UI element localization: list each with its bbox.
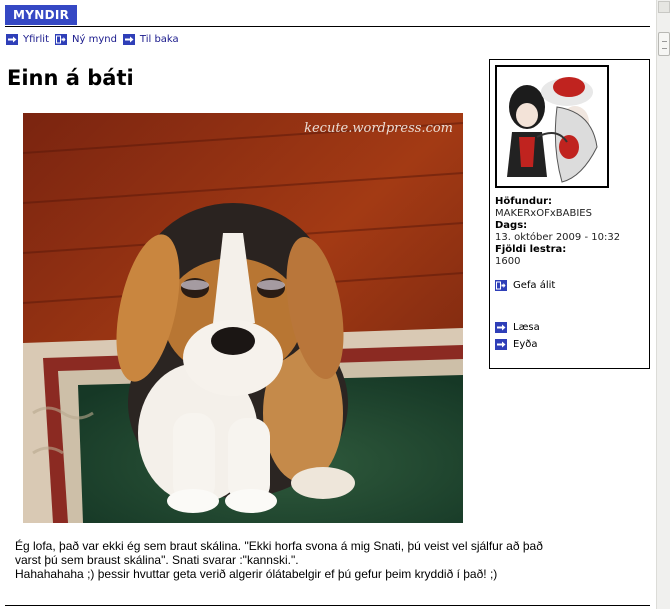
description-line: Hahahahaha ;) þessir hvuttar geta verið …: [15, 567, 498, 581]
post-image: kecute.wordpress.com: [23, 113, 463, 523]
date-label: Dags:: [495, 220, 528, 231]
author-info-box: Höfundur: MAKERxOFxBABIES Dags: 13. októ…: [489, 59, 650, 369]
avatar-image: [497, 67, 607, 186]
lock-button[interactable]: Læsa: [495, 322, 540, 333]
post-date: 13. október 2009 - 10:32: [495, 232, 621, 243]
arrow-right-icon: [495, 322, 507, 333]
scroll-up-button[interactable]: [658, 1, 670, 13]
nav-item-new-image[interactable]: Ný mynd: [55, 34, 117, 45]
delete-button[interactable]: Eyða: [495, 339, 537, 350]
header-divider: [5, 26, 650, 27]
comment-icon: [495, 280, 507, 291]
delete-label[interactable]: Eyða: [513, 339, 537, 350]
comment-button[interactable]: Gefa álit: [495, 280, 555, 291]
description-line: varst þú sem braust skálina". Snati svar…: [15, 553, 299, 567]
nav-item-overview[interactable]: Yfirlit: [6, 34, 49, 45]
arrow-right-icon: [122, 34, 135, 45]
views-label: Fjöldi lestra:: [495, 244, 567, 255]
image-watermark: kecute.wordpress.com: [304, 121, 453, 136]
scroll-thumb[interactable]: [658, 32, 670, 56]
section-header: MYNDIR: [5, 5, 78, 25]
page: MYNDIR Yfirlit Ný mynd Til baka Einn á b…: [0, 0, 656, 609]
arrow-right-icon: [6, 34, 18, 45]
nav-label-new-image[interactable]: Ný mynd: [72, 34, 117, 45]
avatar[interactable]: [495, 65, 609, 188]
vertical-scrollbar[interactable]: [656, 0, 670, 609]
author-label: Höfundur:: [495, 196, 553, 207]
post-meta: Höfundur: MAKERxOFxBABIES Dags: 13. októ…: [495, 196, 620, 268]
new-image-icon: [55, 34, 67, 45]
footer-divider: [5, 605, 650, 606]
lock-label[interactable]: Læsa: [513, 322, 540, 333]
nav-label-back[interactable]: Til baka: [140, 34, 179, 45]
post-description: Ég lofa, það var ekki ég sem braut skáli…: [15, 539, 615, 581]
nav-item-back[interactable]: Til baka: [122, 34, 179, 45]
view-count: 1600: [495, 256, 521, 267]
puppy-photo: [23, 113, 463, 523]
nav-label-overview[interactable]: Yfirlit: [23, 34, 49, 45]
arrow-right-icon: [495, 339, 507, 350]
description-line: Ég lofa, það var ekki ég sem braut skáli…: [15, 539, 543, 553]
page-title: Einn á báti: [7, 66, 134, 90]
comment-label[interactable]: Gefa álit: [513, 280, 555, 291]
nav-bar: Yfirlit Ný mynd Til baka: [6, 34, 185, 45]
author-name[interactable]: MAKERxOFxBABIES: [495, 208, 620, 220]
